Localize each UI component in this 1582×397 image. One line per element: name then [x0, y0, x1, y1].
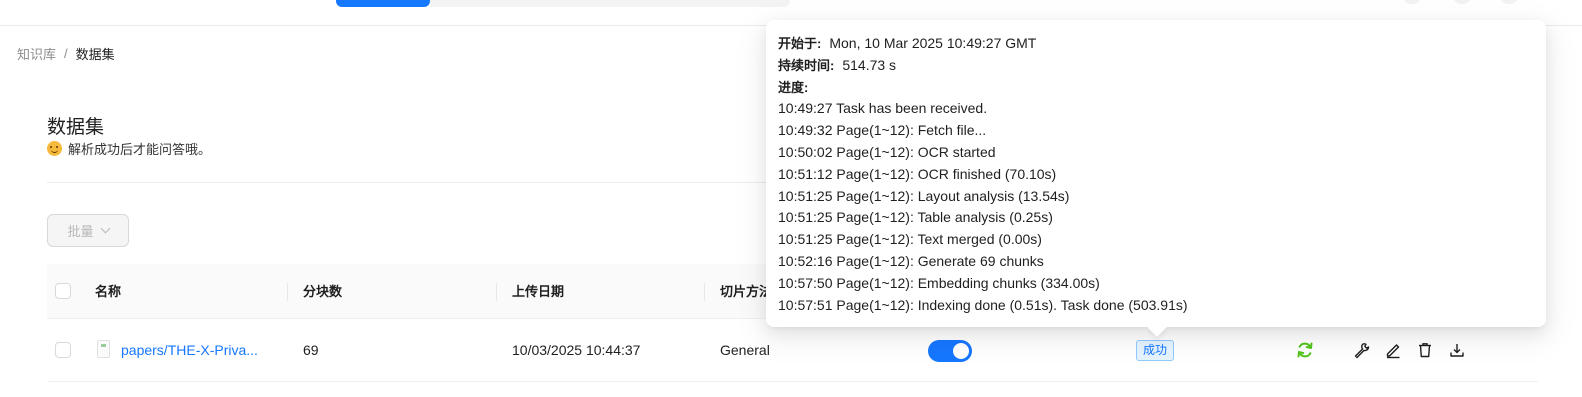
header-circle-button[interactable] — [1500, 0, 1518, 4]
select-all-checkbox[interactable] — [55, 283, 71, 299]
progress-line: 10:49:32 Page(1~12): Fetch file... — [778, 122, 987, 139]
smiling-face-icon — [47, 141, 62, 156]
upload-date: 10/03/2025 10:44:37 — [512, 342, 641, 358]
bulk-actions-label: 批量 — [67, 224, 94, 239]
parser-method[interactable]: General — [720, 319, 770, 382]
file-name-link[interactable]: papers/THE-X-Priva... — [121, 319, 258, 382]
page-hint: 解析成功后才能问答哦。 — [47, 139, 211, 158]
chunk-count: 69 — [303, 342, 319, 358]
progress-line: 10:57:51 Page(1~12): Indexing done (0.51… — [778, 296, 1188, 313]
row-checkbox[interactable] — [55, 342, 71, 358]
column-header-upload-date[interactable]: 上传日期 — [512, 264, 564, 319]
file-icon — [97, 340, 110, 358]
tooltip-progress: 进度: — [778, 77, 1534, 99]
edit-icon[interactable] — [1384, 341, 1402, 359]
column-divider — [287, 283, 288, 301]
column-divider — [496, 283, 497, 301]
column-header-name[interactable]: 名称 — [95, 264, 121, 319]
sync-icon[interactable] — [1295, 340, 1315, 360]
download-icon[interactable] — [1448, 341, 1466, 359]
duration-value: 514.73 s — [842, 56, 897, 73]
breadcrumb: 知识库 / 数据集 — [17, 44, 115, 63]
header-circle-button[interactable] — [1453, 0, 1471, 4]
progress-line: 10:50:02 Page(1~12): OCR started — [778, 143, 996, 160]
table-row: papers/THE-X-Priva... 69 10/03/2025 10:4… — [47, 319, 1538, 382]
breadcrumb-dataset: 数据集 — [75, 47, 115, 62]
chevron-down-icon — [100, 223, 110, 234]
progress-line: 10:51:25 Page(1~12): Layout analysis (13… — [778, 187, 1070, 204]
progress-line: 10:51:12 Page(1~12): OCR finished (70.10… — [778, 165, 1057, 182]
header-circle-button[interactable] — [1403, 0, 1421, 4]
status-badge[interactable]: 成功 — [1136, 340, 1175, 361]
start-label: 开始于: — [778, 36, 822, 51]
tooltip-duration: 持续时间: 514.73 s — [778, 55, 1534, 77]
bulk-actions-button[interactable]: 批量 — [47, 214, 129, 247]
nav-tab-active[interactable] — [336, 0, 430, 7]
progress-line: 10:49:27 Task has been received. — [778, 100, 988, 117]
tooltip-start: 开始于: Mon, 10 Mar 2025 10:49:27 GMT — [778, 33, 1534, 55]
progress-line: 10:51:25 Page(1~12): Table analysis (0.2… — [778, 209, 1053, 226]
column-header-chunks[interactable]: 分块数 — [303, 264, 342, 319]
progress-line: 10:52:16 Page(1~12): Generate 69 chunks — [778, 252, 1044, 269]
page-title: 数据集 — [47, 117, 105, 138]
progress-line: 10:57:50 Page(1~12): Embedding chunks (3… — [778, 274, 1100, 291]
start-value: Mon, 10 Mar 2025 10:49:27 GMT — [829, 35, 1037, 51]
enable-toggle[interactable] — [928, 340, 972, 362]
breadcrumb-knowledge-base[interactable]: 知识库 — [17, 44, 56, 63]
column-header-parser[interactable]: 切片方法 — [720, 264, 772, 319]
progress-line: 10:51:25 Page(1~12): Text merged (0.00s) — [778, 231, 1042, 248]
duration-label: 持续时间: — [778, 57, 835, 73]
column-divider — [704, 283, 705, 301]
progress-tooltip: 开始于: Mon, 10 Mar 2025 10:49:27 GMT 持续时间: 5… — [766, 20, 1546, 337]
progress-label: 进度: — [778, 79, 809, 95]
nav-tabs[interactable] — [430, 0, 790, 7]
breadcrumb-separator: / — [64, 46, 68, 61]
wrench-icon[interactable] — [1352, 341, 1370, 359]
toggle-knob — [953, 343, 969, 359]
hint-text: 解析成功后才能问答哦。 — [68, 142, 212, 157]
trash-icon[interactable] — [1416, 341, 1434, 359]
